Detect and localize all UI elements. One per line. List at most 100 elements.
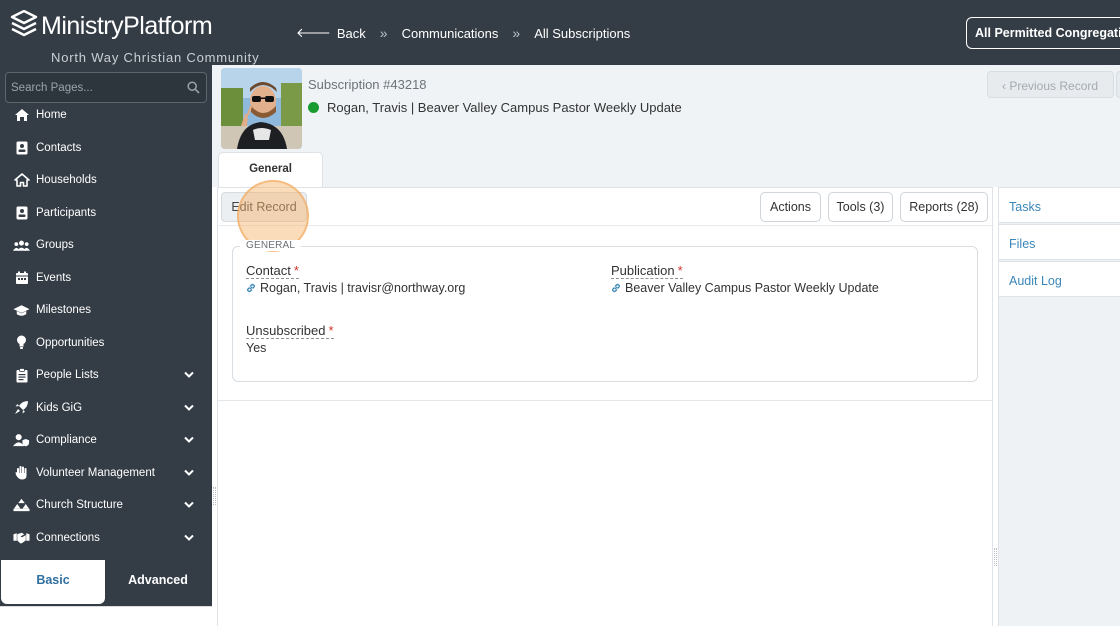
general-fieldset [232,246,978,382]
sidebar-item-groups[interactable]: Groups [0,229,212,262]
sidebar-item-label: Milestones [36,304,91,317]
sidebar-item-label: Home [36,109,67,122]
files-link[interactable]: Files [999,224,1120,260]
chevron-down-icon[interactable] [184,436,194,444]
reports-button[interactable]: Reports (28) [900,192,988,222]
calendar-icon [13,270,30,285]
sidebar-item-compliance[interactable]: Compliance [0,424,212,457]
panel-resize-handle[interactable] [994,548,997,566]
users-icon [13,238,30,253]
sidebar-item-label: Opportunities [36,336,105,349]
publication-value-link[interactable]: Beaver Valley Campus Pastor Weekly Updat… [611,281,879,295]
contact-field-label: Contact * [246,263,299,279]
sidebar-item-kids-gig[interactable]: Kids GiG [0,392,212,425]
participant-card-icon [13,205,30,220]
unsubscribed-field-label: Unsubscribed * [246,323,334,339]
mode-toggle: Basic Advanced [0,560,212,606]
app-subtitle: North Way Christian Community [51,50,260,65]
congregation-selector[interactable]: All Permitted Congregations [966,17,1120,49]
user-shield-icon [13,433,30,448]
breadcrumb-communications[interactable]: Communications [402,26,499,41]
sidebar-nav: Home Contacts Households Participants Gr… [0,99,212,554]
divider [218,400,992,401]
record-title: Rogan, Travis | Beaver Valley Campus Pas… [308,100,682,115]
sidebar-item-milestones[interactable]: Milestones [0,294,212,327]
previous-record-label: Previous Record [1009,79,1099,93]
sidebar-item-label: Participants [36,206,97,219]
arrow-left-icon: 🡐 [296,25,331,40]
handshake-icon [13,530,30,545]
chevron-down-icon[interactable] [184,534,194,542]
sidebar-resize-handle[interactable] [213,487,216,505]
search-icon[interactable] [187,81,200,94]
breadcrumb: 🡐 Back » Communications » All Subscripti… [296,25,630,41]
basic-mode-tab[interactable]: Basic [1,560,105,604]
sidebar-item-home[interactable]: Home [0,99,212,132]
contact-card-icon [13,140,30,155]
unsubscribed-label-text: Unsubscribed [246,323,326,338]
double-chevron-icon: » [512,25,521,41]
contact-value-link[interactable]: Rogan, Travis | travisr@northway.org [246,281,465,295]
graduation-cap-icon [13,303,30,318]
actions-button[interactable]: Actions [760,192,821,222]
sitemap-icon [13,498,30,513]
publication-label-text: Publication [611,263,675,278]
required-mark: * [328,323,334,338]
record-id: Subscription #43218 [308,77,427,92]
contact-photo[interactable] [221,68,302,149]
breadcrumb-all-subscriptions[interactable]: All Subscriptions [534,26,630,41]
sidebar-footer [0,606,212,626]
search-input[interactable] [6,73,176,102]
divider [218,187,992,188]
app-logo[interactable]: MinistryPlatform North Way Christian Com… [10,10,259,65]
contact-value-text: Rogan, Travis | travisr@northway.org [260,281,466,295]
publication-value-text: Beaver Valley Campus Pastor Weekly Updat… [625,281,879,295]
sidebar-item-people-lists[interactable]: People Lists [0,359,212,392]
unsubscribed-value: Yes [246,341,267,355]
sidebar-item-contacts[interactable]: Contacts [0,132,212,165]
sidebar-item-label: Events [36,271,72,284]
sidebar-item-label: Households [36,174,97,187]
audit-log-link[interactable]: Audit Log [999,261,1120,297]
advanced-mode-tab[interactable]: Advanced [106,560,210,604]
tasks-link[interactable]: Tasks [999,187,1120,223]
layers-logo-icon [10,10,38,37]
required-mark: * [677,263,683,278]
chevron-down-icon[interactable] [184,501,194,509]
sidebar-item-label: Church Structure [36,499,123,512]
sidebar-item-opportunities[interactable]: Opportunities [0,327,212,360]
sidebar-item-participants[interactable]: Participants [0,197,212,230]
sidebar-item-label: Kids GiG [36,401,83,414]
link-icon [246,283,256,293]
hand-icon [13,465,30,480]
record-title-text: Rogan, Travis | Beaver Valley Campus Pas… [327,100,682,115]
sidebar-item-label: Contacts [36,141,82,154]
back-link[interactable]: Back [337,26,366,41]
chevron-down-icon[interactable] [184,404,194,412]
double-chevron-icon: » [379,25,388,41]
app-title: MinistryPlatform [41,12,213,40]
link-icon [611,283,621,293]
sidebar-item-volunteer-management[interactable]: Volunteer Management [0,457,212,490]
divider [217,187,218,626]
sidebar-item-church-structure[interactable]: Church Structure [0,489,212,522]
next-record-button[interactable] [1116,71,1120,98]
tools-button[interactable]: Tools (3) [828,192,893,222]
person-photo-image [221,68,302,149]
chevron-down-icon[interactable] [184,371,194,379]
sidebar-item-label: Compliance [36,434,97,447]
required-mark: * [293,263,299,278]
status-dot-icon [308,102,319,113]
sidebar-item-households[interactable]: Households [0,164,212,197]
chevron-down-icon[interactable] [184,469,194,477]
lightbulb-icon [13,335,30,350]
divider [992,187,993,626]
sidebar-item-events[interactable]: Events [0,262,212,295]
contact-label-text: Contact [246,263,291,278]
sidebar-item-connections[interactable]: Connections [0,522,212,555]
clipboard-icon [13,367,30,383]
previous-record-button[interactable]: ‹ Previous Record [987,71,1114,98]
divider [218,225,992,226]
related-panel: Tasks Files Audit Log [998,187,1120,626]
rocket-icon [13,400,30,415]
